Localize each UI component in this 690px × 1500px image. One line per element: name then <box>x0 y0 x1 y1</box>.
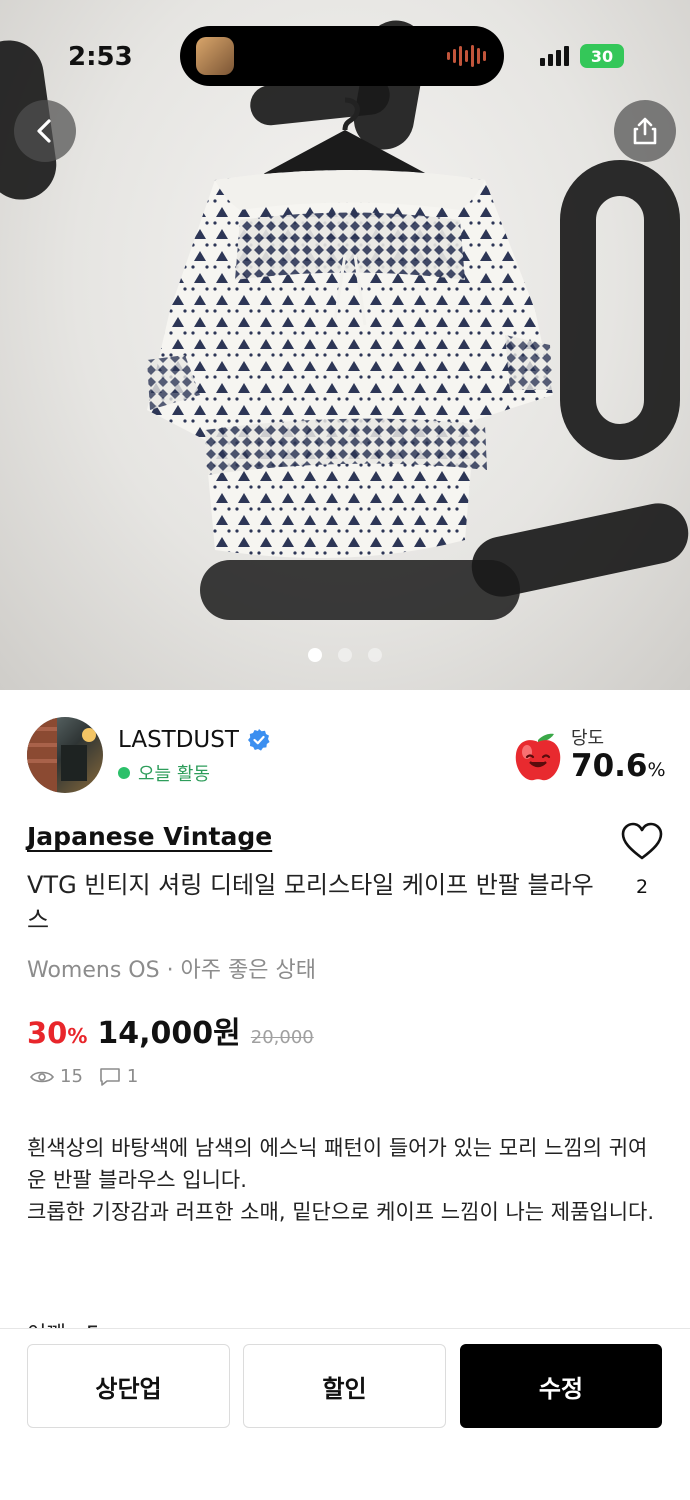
discount-unit: % <box>67 1024 88 1048</box>
verified-badge-icon <box>247 729 270 751</box>
discount-rate: 30% <box>27 1016 87 1050</box>
share-button[interactable] <box>614 100 676 162</box>
product-title: VTG 빈티지 셔링 디테일 모리스타일 케이프 반팔 블라우스 <box>27 871 594 934</box>
sweetness-unit: % <box>647 759 666 781</box>
cellular-signal-icon <box>540 46 569 66</box>
battery-icon: 30 <box>580 44 624 68</box>
like-count: 2 <box>636 876 649 898</box>
background-graffiti <box>560 160 680 460</box>
carousel-dot[interactable] <box>338 648 352 662</box>
bottom-action-bar: 상단업 할인 수정 <box>0 1328 690 1500</box>
sweetness-number: 70.6 <box>571 748 648 784</box>
sweetness-label: 당도 <box>571 728 605 749</box>
view-count: 15 <box>60 1066 83 1087</box>
product-description: 흰색상의 바탕색에 남색의 에스닉 패턴이 들어가 있는 모리 느낌의 귀여운 … <box>27 1132 657 1228</box>
comment-icon <box>100 1067 120 1086</box>
seller-activity: 오늘 활동 <box>118 760 210 786</box>
back-button[interactable] <box>14 100 76 162</box>
eye-icon <box>30 1071 54 1082</box>
audio-wave-icon <box>447 44 486 68</box>
description-paragraph: 흰색상의 바탕색에 남색의 에스닉 패턴이 들어가 있는 모리 느낌의 귀여운 … <box>27 1136 648 1192</box>
seller-avatar[interactable] <box>27 717 103 793</box>
carousel-dot[interactable] <box>368 648 382 662</box>
carousel-indicator <box>0 648 690 662</box>
product-image-carousel[interactable] <box>0 0 690 690</box>
online-dot-icon <box>118 767 130 779</box>
edit-button[interactable]: 수정 <box>460 1344 662 1428</box>
carousel-dot[interactable] <box>308 648 322 662</box>
share-icon <box>633 117 657 145</box>
original-price: 20,000 <box>250 1027 314 1048</box>
now-playing-avatar <box>196 37 234 75</box>
description-paragraph: 크롭한 기장감과 러프한 소매, 밑단으로 케이프 느낌이 나는 제품입니다. <box>27 1200 655 1224</box>
discount-button[interactable]: 할인 <box>243 1344 446 1428</box>
discount-number: 30 <box>27 1016 68 1050</box>
status-time: 2:53 <box>68 42 133 72</box>
comment-count: 1 <box>126 1066 139 1087</box>
apple-icon <box>515 733 561 781</box>
sweetness-value: 70.6% <box>571 748 666 784</box>
avatar-photo <box>27 717 96 793</box>
product-meta: Womens OS · 아주 좋은 상태 <box>27 958 316 983</box>
bump-button[interactable]: 상단업 <box>27 1344 230 1428</box>
product-stats: 15 1 <box>30 1066 138 1087</box>
heart-icon[interactable] <box>620 822 664 862</box>
activity-label: 오늘 활동 <box>138 764 210 785</box>
battery-level: 30 <box>590 46 614 66</box>
brand-link[interactable]: Japanese Vintage <box>27 822 272 851</box>
sale-price: 14,000원 <box>97 1016 241 1051</box>
product-photo-blouse <box>147 170 553 558</box>
dynamic-island[interactable] <box>180 26 504 86</box>
seller-name-row[interactable]: LASTDUST <box>118 727 271 753</box>
chevron-left-icon <box>37 119 51 143</box>
seller-name[interactable]: LASTDUST <box>118 727 239 753</box>
price-row: 30% 14,000원 20,000 <box>27 1008 314 1052</box>
